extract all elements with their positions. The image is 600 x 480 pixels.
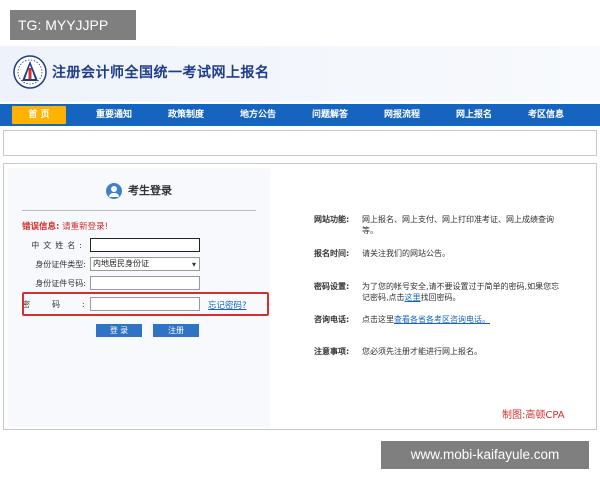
site-title: 注册会计师全国统一考试网上报名 xyxy=(52,65,270,81)
chevron-down-icon: ▾ xyxy=(191,260,196,269)
name-row: 中文姓名: xyxy=(8,238,270,254)
watermark-top: TG: MYYJJPP xyxy=(10,10,136,40)
idtype-select[interactable]: 内地居民身份证 ▾ xyxy=(90,257,200,271)
retrieve-password-link[interactable]: 这里 xyxy=(405,293,421,302)
nav-item-notices[interactable]: 重要通知 xyxy=(86,104,142,126)
info-notice-val: 您必须先注册才能进行网上报名。 xyxy=(362,347,482,356)
idtype-row: 身份证件类型: 内地居民身份证 ▾ xyxy=(8,257,270,273)
nav-item-local[interactable]: 地方公告 xyxy=(230,104,286,126)
info-time-key: 报名时间: xyxy=(314,249,350,258)
password-highlight-box xyxy=(22,292,269,316)
nav-item-process[interactable]: 网报流程 xyxy=(374,104,430,126)
nav-item-faq[interactable]: 问题解答 xyxy=(302,104,358,126)
info-function-key: 网站功能: xyxy=(314,215,350,224)
error-message: 错误信息: 请重新登录! xyxy=(22,222,109,232)
exam-logo-icon xyxy=(13,55,47,89)
name-label: 中文姓名: xyxy=(31,241,86,250)
idno-input[interactable] xyxy=(90,276,200,290)
notice-bar xyxy=(3,130,597,156)
info-function-val: 网上报名、网上支付、网上打印准考证、网上成绩查询等。 xyxy=(362,215,554,235)
login-panel: 考生登录 错误信息: 请重新登录! 中文姓名: 身份证件类型: 内地居民身份证 … xyxy=(8,168,270,427)
idno-label: 身份证件号码: xyxy=(35,279,86,288)
info-notice-key: 注意事项: xyxy=(314,347,350,356)
phone-list-link[interactable]: 查看各省各考区咨询电话。 xyxy=(394,315,490,324)
idno-row: 身份证件号码: xyxy=(8,276,270,292)
name-input[interactable] xyxy=(90,238,200,252)
info-phone-key: 咨询电话: xyxy=(314,315,350,324)
idtype-label: 身份证件类型: xyxy=(35,260,86,269)
info-password-key: 密码设置: xyxy=(314,282,350,291)
info-time-val: 请关注我们的网站公告。 xyxy=(362,249,450,258)
login-button[interactable]: 登 录 xyxy=(96,324,142,337)
nav-item-register[interactable]: 网上报名 xyxy=(446,104,502,126)
main-nav: 首 页 重要通知 政策制度 地方公告 问题解答 网报流程 网上报名 考区信息 xyxy=(0,104,600,126)
info-password-val: 为了您的帐号安全,请不要设置过于简单的密码,如果您忘记密码,点击这里找回密码。 xyxy=(362,282,560,302)
login-heading: 考生登录 xyxy=(8,182,270,199)
info-phone-val: 点击这里查看各省各考区咨询电话。 xyxy=(362,315,490,324)
user-icon xyxy=(106,183,122,199)
site-header: 注册会计师全国统一考试网上报名 xyxy=(0,46,600,102)
watermark-bottom: www.mobi-kaifayule.com xyxy=(381,441,589,469)
login-divider xyxy=(22,210,256,211)
nav-item-home[interactable]: 首 页 xyxy=(12,106,66,124)
login-title: 考生登录 xyxy=(128,184,172,197)
register-button[interactable]: 注册 xyxy=(153,324,199,337)
credit-text: 制图:高顿CPA xyxy=(502,410,565,421)
nav-item-policy[interactable]: 政策制度 xyxy=(158,104,214,126)
nav-item-region[interactable]: 考区信息 xyxy=(518,104,574,126)
idtype-selected: 内地居民身份证 xyxy=(93,259,149,268)
